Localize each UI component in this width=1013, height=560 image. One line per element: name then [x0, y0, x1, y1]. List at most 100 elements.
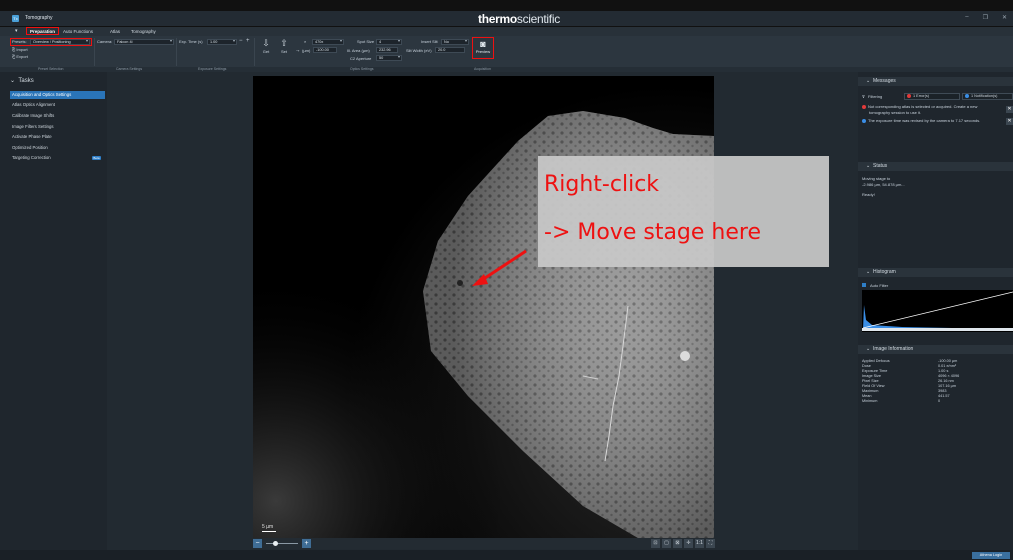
- info-value-exposure-time: 1.00 s: [938, 369, 949, 373]
- task-activate-phase-plate[interactable]: Activate Phase Plate: [10, 133, 105, 141]
- export-icon: ⎗: [12, 54, 16, 59]
- group-label-camera-settings: Camera Settings: [116, 67, 143, 71]
- histogram-plot[interactable]: [862, 290, 1013, 332]
- tab-atlas[interactable]: Atlas: [110, 29, 120, 34]
- task-targeting-correction[interactable]: Targeting Correction Beta: [10, 154, 105, 162]
- dismiss-message-icon[interactable]: ✕: [1006, 118, 1013, 125]
- zoom-slider[interactable]: [266, 543, 298, 544]
- divider: [176, 38, 177, 66]
- tab-preparation[interactable]: Preparation: [26, 27, 59, 35]
- crosshair-icon[interactable]: ✛: [684, 539, 693, 548]
- c2-aperture-dropdown[interactable]: 50: [376, 55, 402, 61]
- close-icon[interactable]: ✕: [1002, 14, 1007, 21]
- spot-size-label: Spot Size: [357, 39, 375, 44]
- tab-auto-functions[interactable]: Auto Functions: [63, 29, 93, 34]
- info-value-dose: 0.01 e/nm²: [938, 364, 957, 368]
- info-value-pixel-size: 26.16 nm: [938, 379, 954, 383]
- status-header[interactable]: ⌄ Status: [858, 162, 1013, 171]
- zoom-slider-handle[interactable]: [273, 541, 278, 546]
- status-line: Ready!: [862, 192, 875, 197]
- actual-size-icon[interactable]: 1:1: [695, 539, 704, 548]
- export-button[interactable]: ⎗ Export: [12, 54, 28, 59]
- camera-icon: ◙: [480, 39, 486, 49]
- group-label-preset-selection: Preset Selection: [38, 67, 64, 71]
- auto-filter-checkbox[interactable]: [862, 283, 866, 287]
- histogram-header[interactable]: ⌄ Histogram: [858, 268, 1013, 277]
- decrease-icon[interactable]: −: [239, 38, 243, 44]
- task-atlas-optics-alignment[interactable]: Atlas Optics Alignment: [10, 101, 105, 109]
- divider: [94, 38, 95, 66]
- set-button[interactable]: ⇧ Set: [277, 38, 291, 54]
- preview-button[interactable]: ◙ Preview: [472, 37, 494, 59]
- status-bar: [0, 550, 1013, 560]
- import-icon: ⎘: [12, 47, 16, 52]
- athena-login-button[interactable]: Athena Login: [972, 552, 1010, 559]
- specimen-image: [253, 76, 714, 538]
- preview-label: Preview: [475, 49, 491, 54]
- magnification-dropdown[interactable]: 470x: [312, 39, 344, 45]
- zoom-in-button[interactable]: +: [302, 539, 311, 548]
- set-label: Set: [280, 49, 287, 54]
- fit-view-icon[interactable]: ⊡: [651, 539, 660, 548]
- exp-time-dropdown[interactable]: 1.00: [207, 39, 237, 45]
- scalebar-label: 5 µm: [262, 524, 274, 530]
- presets-label: Presets:: [12, 39, 27, 44]
- select-region-icon[interactable]: ▢: [662, 539, 671, 548]
- messages-header[interactable]: ⌄ Messages: [858, 77, 1013, 86]
- defocus-field[interactable]: -100.00: [313, 47, 337, 53]
- brand-logo: thermoscientific: [478, 12, 560, 26]
- camera-label: Camera:: [97, 39, 113, 44]
- chevron-down-icon: ⌄: [866, 269, 871, 275]
- task-calibrate-image-shifts[interactable]: Calibrate Image Shifts: [10, 112, 105, 120]
- status-line: Moving stage to: [862, 176, 891, 181]
- task-acquisition-optics[interactable]: Acquisition and Optics Settings: [10, 91, 105, 99]
- status-line: -2.986 µm, 54.878 µm...: [862, 182, 905, 187]
- info-key-field-of-view: Field Of View: [862, 384, 885, 388]
- task-optimized-position[interactable]: Optimized Position: [10, 144, 105, 152]
- slit-width-field[interactable]: 20.0: [435, 47, 465, 53]
- crop-icon[interactable]: ⊠: [673, 539, 682, 548]
- info-key-exposure-time: Exposure Time: [862, 369, 888, 373]
- status-title: Status: [872, 163, 888, 169]
- app-title: Tomography: [25, 15, 53, 21]
- tem-image[interactable]: [253, 76, 714, 538]
- export-label: Export: [16, 54, 28, 59]
- exp-time-label: Exp. Time (s): [179, 39, 203, 44]
- task-image-filters[interactable]: Image Filters Settings: [10, 123, 105, 131]
- spot-size-dropdown[interactable]: 4: [376, 39, 402, 45]
- auto-filter-label: Auto Filter: [870, 283, 889, 288]
- info-value-minimum: 0: [938, 399, 941, 403]
- ill-area-field[interactable]: 232.96: [376, 47, 398, 53]
- zoom-out-button[interactable]: −: [253, 539, 262, 548]
- notifications-filter[interactable]: 1 Notification(s): [962, 93, 1013, 100]
- ribbon-collapse-icon[interactable]: ▾: [15, 28, 18, 34]
- maximize-icon[interactable]: ❐: [983, 14, 988, 21]
- message-info: The exposure time was revised by the cam…: [862, 118, 980, 123]
- increase-icon[interactable]: +: [246, 38, 250, 44]
- divider: [254, 38, 255, 66]
- minimize-icon[interactable]: –: [965, 14, 968, 21]
- fullscreen-icon[interactable]: ⛶: [706, 539, 715, 548]
- insert-slit-dropdown[interactable]: No: [441, 39, 469, 45]
- errors-filter[interactable]: 1 Error(s): [904, 93, 960, 100]
- get-label: Get: [262, 49, 270, 54]
- info-key-maximum: Maximum: [862, 389, 879, 393]
- brand-thin: scientific: [516, 12, 560, 26]
- camera-dropdown[interactable]: Falcon 4i: [114, 39, 174, 45]
- chevron-down-icon: ⌄: [866, 78, 871, 84]
- window-controls: – ❐ ✕: [965, 14, 1007, 21]
- dismiss-message-icon[interactable]: ✕: [1006, 106, 1013, 113]
- presets-dropdown[interactable]: Overview / Positioning: [30, 39, 90, 45]
- get-button[interactable]: ⇩ Get: [259, 38, 273, 54]
- info-key-pixel-size: Pixel Size: [862, 379, 879, 383]
- tasks-header[interactable]: ⌄ Tasks: [10, 77, 34, 84]
- info-key-mean: Mean: [862, 394, 872, 398]
- import-button[interactable]: ⎘ Import: [12, 47, 28, 52]
- title-bar: Tx Tomography thermoscientific – ❐ ✕: [0, 11, 1013, 26]
- tab-tomography[interactable]: Tomography: [131, 29, 156, 34]
- info-icon: [965, 94, 969, 98]
- error-icon: [907, 94, 911, 98]
- chevron-down-icon: ⌄: [10, 78, 16, 84]
- image-information-header[interactable]: ⌄ Image Information: [858, 345, 1013, 354]
- info-key-image-size: Image Size: [862, 374, 881, 378]
